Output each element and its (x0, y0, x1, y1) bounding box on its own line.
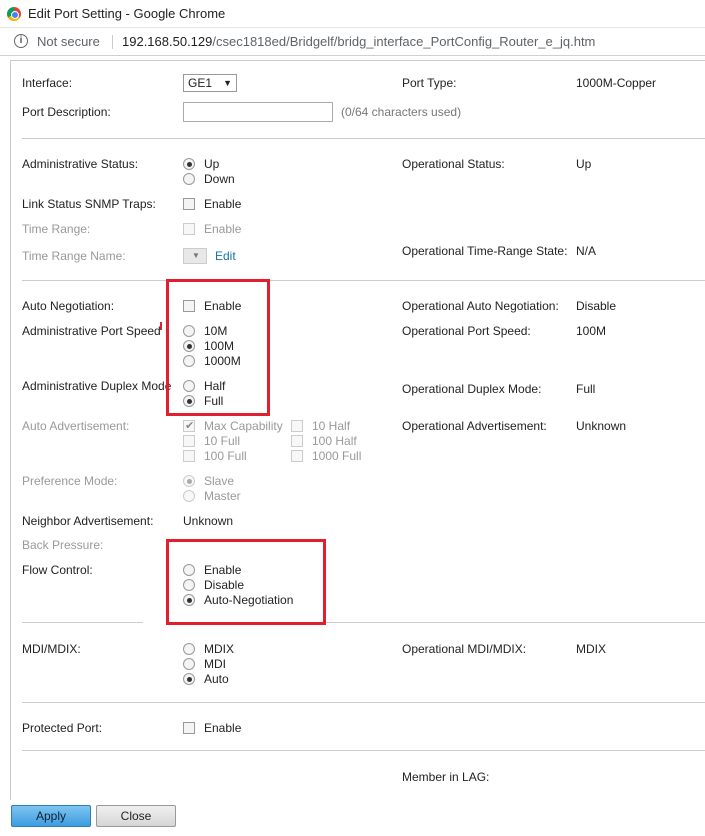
adv-10-full-label: 10 Full (204, 434, 241, 448)
not-secure-label[interactable]: Not secure (37, 34, 100, 49)
oper-time-range-label: Operational Time-Range State: (402, 244, 568, 258)
pref-mode-label: Preference Mode: (22, 474, 118, 488)
admin-duplex-label: Administrative Duplex Mode (22, 379, 172, 393)
divider (270, 280, 705, 281)
port-description-counter: (0/64 characters used) (341, 105, 462, 119)
port-type-label: Port Type: (402, 76, 457, 90)
member-lag-label: Member in LAG: (402, 770, 490, 784)
time-range-edit-link[interactable]: Edit (215, 249, 236, 263)
port-type-value: 1000M-Copper (576, 76, 657, 90)
back-pressure-label: Back Pressure: (22, 538, 104, 552)
oper-time-range-value: N/A (576, 244, 597, 258)
protected-port-label: Protected Port: (22, 721, 103, 735)
oper-auto-neg-value: Disable (576, 299, 617, 313)
mdi-mdi-label: MDI (204, 657, 226, 671)
adv-100-full-checkbox[interactable] (183, 450, 195, 462)
adv-10-full-checkbox[interactable] (183, 435, 195, 447)
admin-status-down-radio[interactable] (183, 173, 195, 185)
divider (22, 622, 143, 623)
interface-select-value: GE1 (188, 76, 213, 90)
admin-status-down-label: Down (204, 172, 235, 186)
divider (22, 138, 705, 139)
flow-control-label: Flow Control: (22, 563, 93, 577)
oper-auto-neg-label: Operational Auto Negotiation: (402, 299, 559, 313)
time-range-name-label: Time Range Name: (22, 249, 126, 263)
time-range-option: Enable (204, 222, 242, 236)
oper-speed-label: Operational Port Speed: (402, 324, 531, 338)
chevron-down-icon: ▼ (192, 251, 200, 260)
time-range-name-select[interactable]: ▼ (183, 248, 207, 264)
interface-select[interactable]: GE1 ▼ (183, 74, 237, 92)
address-bar[interactable]: i Not secure 192.168.50.129/csec1818ed/B… (0, 28, 705, 56)
interface-label: Interface: (22, 76, 73, 90)
adv-100-full-label: 100 Full (204, 449, 247, 463)
text-cursor (160, 322, 162, 330)
oper-status-label: Operational Status: (402, 157, 505, 171)
address-separator (112, 35, 113, 49)
oper-adv-label: Operational Advertisement: (402, 419, 547, 433)
port-description-label: Port Description: (22, 105, 111, 119)
mdi-mdi-radio[interactable] (183, 658, 195, 670)
url-host: 192.168.50.129 (122, 34, 213, 49)
adv-1000-full-label: 1000 Full (312, 449, 362, 463)
admin-status-up-label: Up (204, 157, 220, 171)
highlight-box-speed-duplex (166, 279, 270, 416)
oper-status-value: Up (576, 157, 592, 171)
divider (22, 702, 705, 703)
pref-master-label: Master (204, 489, 241, 503)
neighbor-adv-value: Unknown (183, 514, 234, 528)
oper-mdi-label: Operational MDI/MDIX: (402, 642, 527, 656)
neighbor-adv-label: Neighbor Advertisement: (22, 514, 154, 528)
divider (22, 280, 166, 281)
auto-neg-label: Auto Negotiation: (22, 299, 115, 313)
adv-100-half-checkbox[interactable] (291, 435, 303, 447)
adv-10-half-checkbox[interactable] (291, 420, 303, 432)
pref-slave-radio[interactable] (183, 475, 195, 487)
close-button[interactable]: Close (96, 805, 176, 827)
window-titlebar: Edit Port Setting - Google Chrome (0, 0, 705, 28)
highlight-box-flow-control (166, 539, 326, 625)
url-text[interactable]: 192.168.50.129/csec1818ed/Bridgelf/bridg… (122, 34, 595, 49)
mdi-mdix-radio[interactable] (183, 643, 195, 655)
pref-slave-label: Slave (204, 474, 235, 488)
admin-speed-label: Administrative Port Speed (22, 324, 161, 338)
pref-master-radio[interactable] (183, 490, 195, 502)
admin-status-label: Administrative Status: (22, 157, 139, 171)
mdi-label: MDI/MDIX: (22, 642, 81, 656)
adv-max-capability-label: Max Capability (204, 419, 283, 433)
mdi-auto-label: Auto (204, 672, 229, 686)
divider (326, 622, 705, 623)
link-snmp-label: Link Status SNMP Traps: (22, 197, 156, 211)
oper-mdi-value: MDIX (576, 642, 606, 656)
time-range-checkbox[interactable] (183, 223, 195, 235)
time-range-label: Time Range: (22, 222, 91, 236)
url-path: /csec1818ed/Bridgelf/bridg_interface_Por… (212, 34, 596, 49)
mdi-auto-radio[interactable] (183, 673, 195, 685)
oper-speed-value: 100M (576, 324, 607, 338)
window-title: Edit Port Setting - Google Chrome (28, 6, 226, 21)
port-description-input[interactable] (183, 102, 333, 122)
adv-100-half-label: 100 Half (312, 434, 357, 448)
chevron-down-icon: ▼ (223, 78, 232, 88)
link-snmp-checkbox[interactable] (183, 198, 195, 210)
divider (22, 750, 705, 751)
adv-1000-full-checkbox[interactable] (291, 450, 303, 462)
link-snmp-option: Enable (204, 197, 242, 211)
apply-button[interactable]: Apply (11, 805, 91, 827)
auto-adv-label: Auto Advertisement: (22, 419, 130, 433)
oper-adv-value: Unknown (576, 419, 627, 433)
info-icon[interactable]: i (14, 34, 28, 48)
mdi-mdix-label: MDIX (204, 642, 234, 656)
oper-duplex-value: Full (576, 382, 596, 396)
protected-port-option: Enable (204, 721, 242, 735)
admin-status-up-radio[interactable] (183, 158, 195, 170)
chrome-icon (7, 7, 21, 21)
oper-duplex-label: Operational Duplex Mode: (402, 382, 542, 396)
protected-port-checkbox[interactable] (183, 722, 195, 734)
adv-10-half-label: 10 Half (312, 419, 351, 433)
adv-max-capability-checkbox[interactable] (183, 419, 195, 432)
